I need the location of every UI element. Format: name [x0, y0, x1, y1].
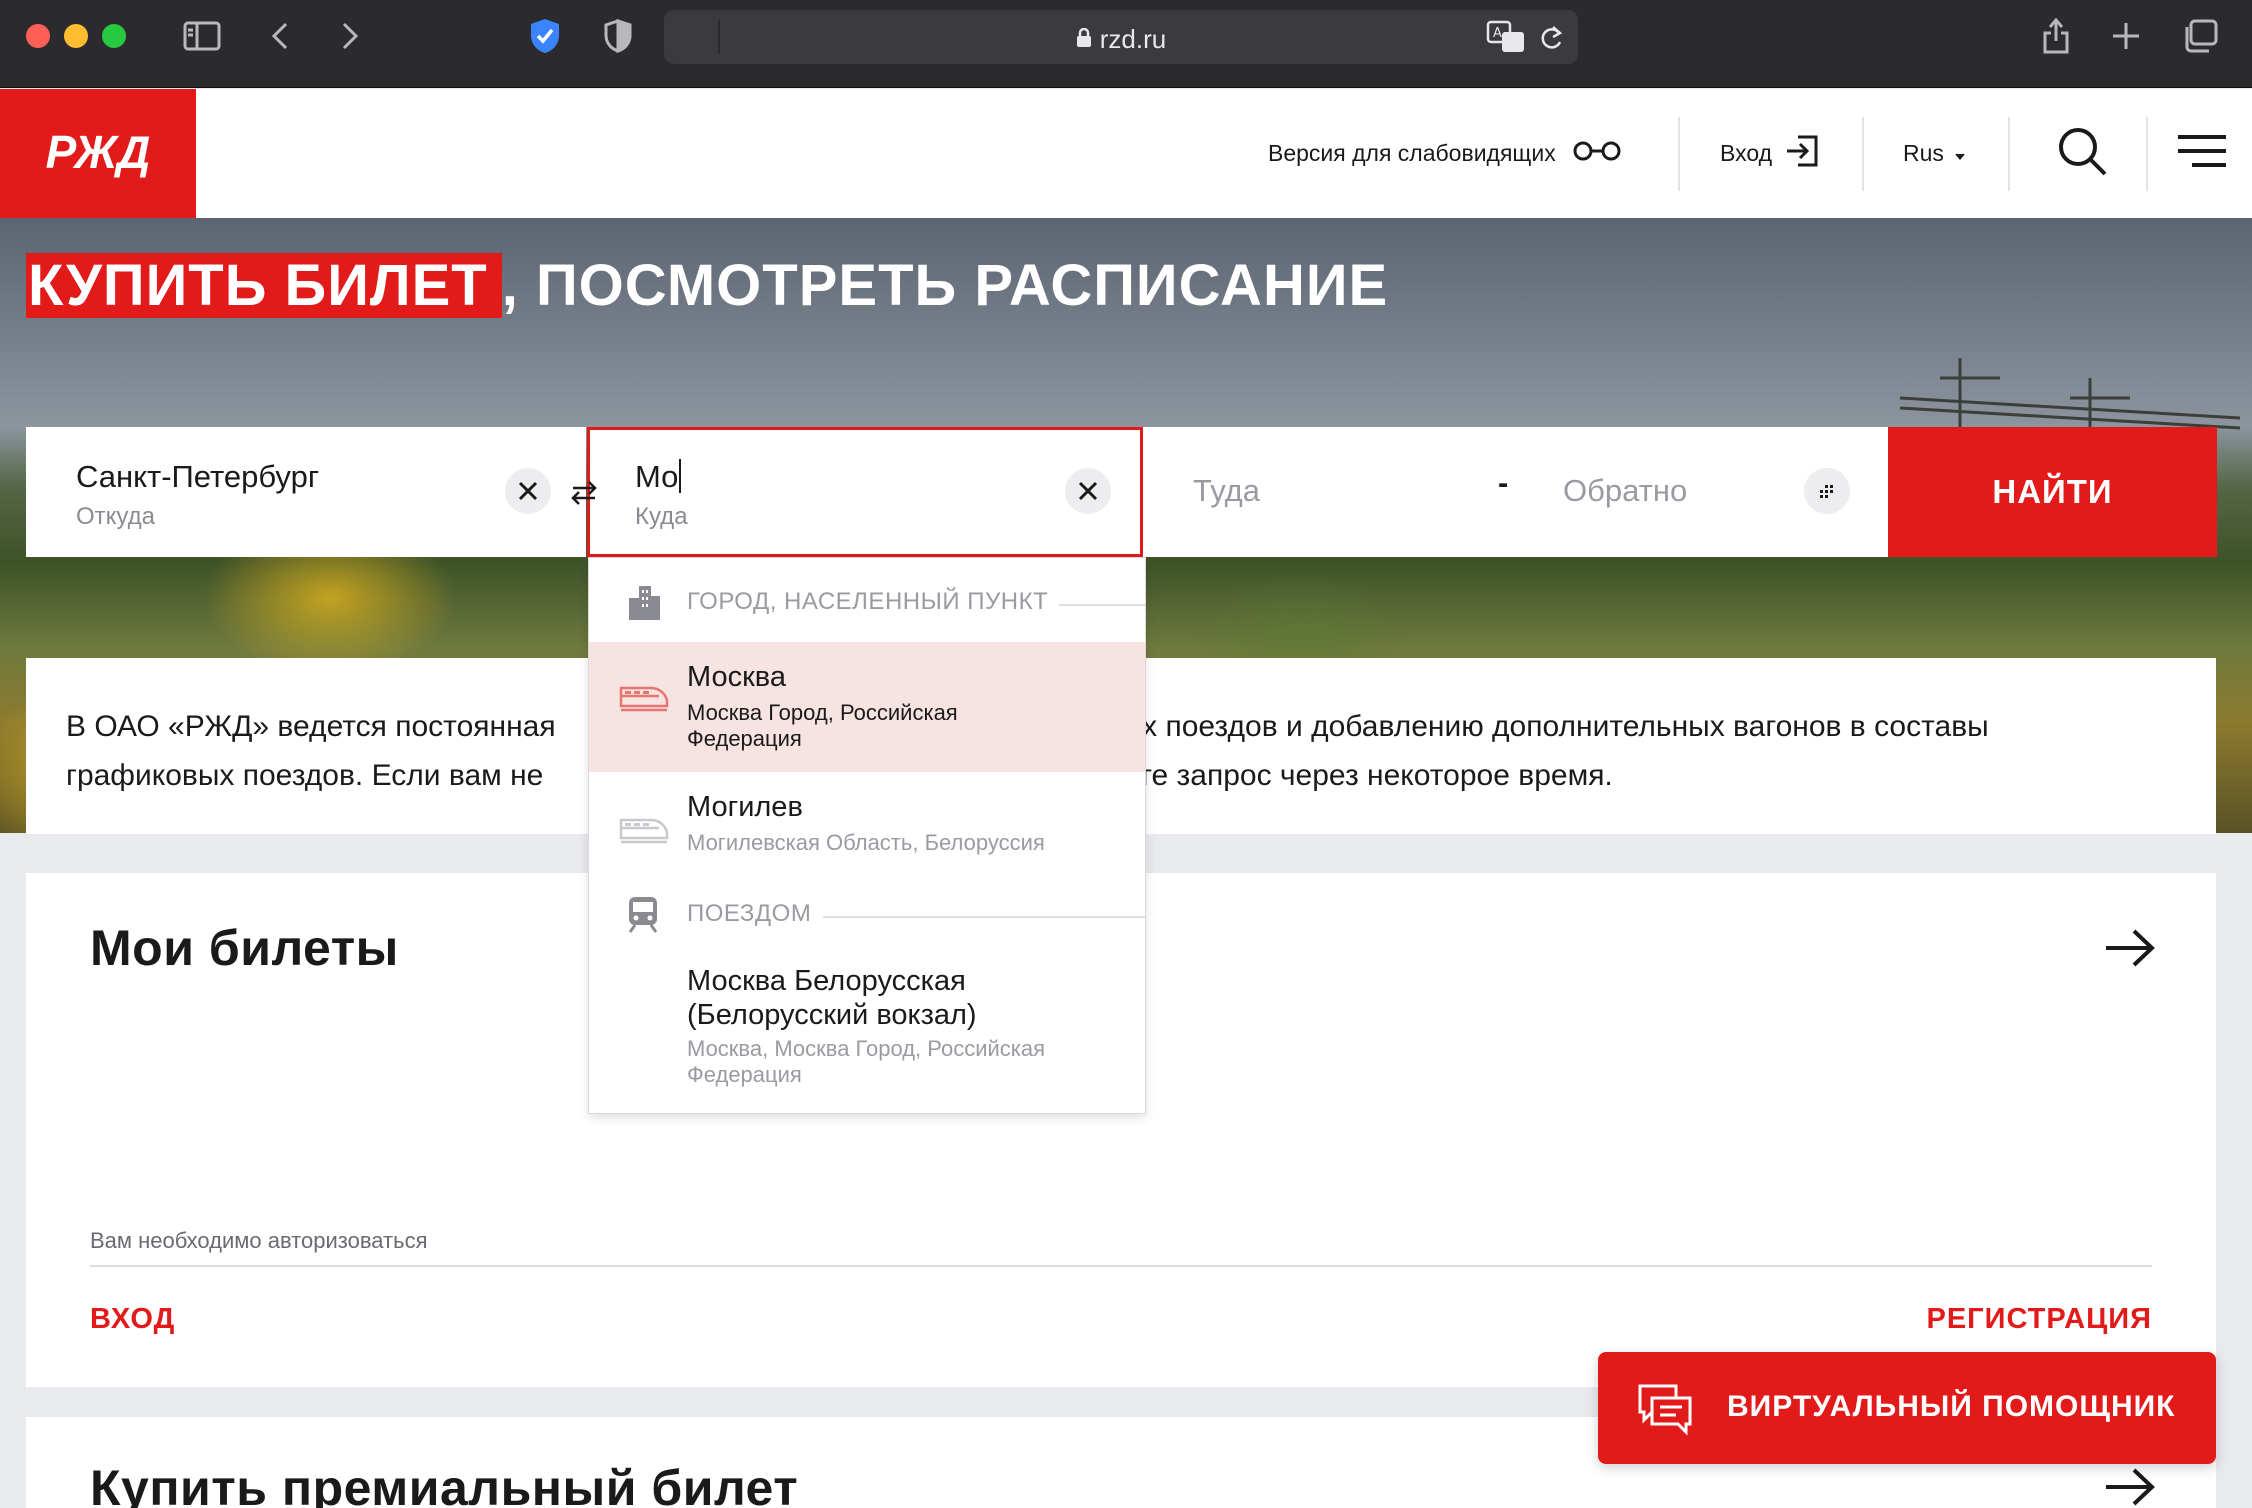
- suggestion-title: Москва Белорусская (Белорусский вокзал): [687, 965, 977, 1031]
- url-text: rzd.ru: [1099, 24, 1167, 54]
- login-label: Вход: [1720, 140, 1773, 166]
- group-label-city: ГОРОД, НАСЕЛЕННЫЙ ПУНКТ: [687, 588, 1049, 615]
- suggestion-title: Могилев: [687, 791, 803, 823]
- sign-in-icon: [1784, 134, 1820, 174]
- arrow-right-icon[interactable]: [2104, 928, 2156, 973]
- hero-title: КУПИТЬ БИЛЕТ, ПОСМОТРЕТЬ РАСПИСАНИЕ: [26, 252, 1388, 319]
- site-header: РЖД Версия для слабовидящих Вход Rus: [0, 89, 2252, 218]
- suggestion-item[interactable]: Могилев Могилевская Область, Белоруссия: [589, 772, 1145, 872]
- notice-line2-end: йте запрос через некоторое время.: [1121, 759, 1613, 792]
- back-icon[interactable]: [258, 14, 302, 58]
- find-button[interactable]: НАЙТИ: [1888, 427, 2217, 557]
- hamburger-menu-icon: [2178, 133, 2226, 175]
- close-icon: [1078, 481, 1098, 501]
- login-link-red[interactable]: ВХОД: [90, 1303, 175, 1336]
- divider: [90, 1265, 2152, 1267]
- premium-ticket-title: Купить премиальный билет: [90, 1460, 799, 1508]
- depart-date-input[interactable]: Туда: [1193, 473, 1260, 509]
- my-tickets-title: Мои билеты: [90, 920, 399, 976]
- new-tab-icon[interactable]: [2104, 14, 2148, 58]
- privacy-shield-icon[interactable]: [596, 14, 640, 58]
- caret-down-icon: [1954, 140, 1966, 167]
- svg-text:A: A: [1493, 26, 1502, 41]
- svg-text:РЖД: РЖД: [46, 126, 151, 178]
- register-link[interactable]: РЕГИСТРАЦИЯ: [1926, 1303, 2152, 1336]
- arrow-right-icon[interactable]: [2104, 1467, 2156, 1508]
- group-divider: [1059, 604, 1145, 606]
- sidebar-toggle-icon[interactable]: [180, 14, 224, 58]
- virtual-assistant-label: ВИРТУАЛЬНЫЙ ПОМОЩНИК: [1727, 1390, 2176, 1423]
- hero-title-highlight: КУПИТЬ БИЛЕТ: [26, 253, 502, 318]
- login-link[interactable]: Вход: [1720, 89, 1820, 218]
- shield-check-icon[interactable]: [523, 14, 567, 58]
- to-value-wrap[interactable]: Мо: [635, 459, 682, 495]
- group-header-city: ГОРОД, НАСЕЛЕННЫЙ ПУНКТ: [589, 576, 1145, 632]
- return-date-input[interactable]: Обратно: [1563, 473, 1687, 509]
- suggestion-subtitle: Москва Город, Российская Федерация: [687, 700, 958, 751]
- search-icon: [2056, 125, 2108, 183]
- calendar-grid-icon: [1820, 485, 1833, 498]
- reload-icon[interactable]: [1538, 24, 1564, 57]
- glasses-icon: [1570, 140, 1624, 168]
- virtual-assistant-button[interactable]: ВИРТУАЛЬНЫЙ ПОМОЩНИК: [1598, 1352, 2216, 1464]
- from-value: Санкт-Петербург: [76, 459, 320, 494]
- minimize-window-button[interactable]: [64, 24, 88, 48]
- to-value: Мо: [635, 459, 679, 494]
- suggestion-title: Москва: [687, 661, 787, 693]
- chat-bubbles-icon: [1636, 1382, 1694, 1441]
- clear-to-button[interactable]: [1065, 468, 1111, 514]
- language-label: Rus: [1903, 140, 1944, 166]
- from-label: Откуда: [76, 503, 155, 530]
- suggestion-subtitle: Могилевская Область, Белоруссия: [687, 830, 1045, 855]
- hero-title-rest: , ПОСМОТРЕТЬ РАСПИСАНИЕ: [501, 253, 1389, 318]
- suggestion-subtitle: Москва, Москва Город, Российская Федерац…: [687, 1036, 1046, 1087]
- suggestion-item[interactable]: Москва Белорусская (Белорусский вокзал) …: [589, 958, 1145, 1108]
- zoom-window-button[interactable]: [102, 24, 126, 48]
- close-icon: [518, 481, 538, 501]
- lock-icon: [1076, 24, 1092, 55]
- group-divider: [823, 916, 1145, 918]
- header-divider: [1678, 117, 1680, 191]
- share-icon[interactable]: [2034, 14, 2078, 58]
- date-separator: -: [1498, 465, 1509, 500]
- forward-icon[interactable]: [328, 14, 372, 58]
- station-suggestions-dropdown: ГОРОД, НАСЕЛЕННЫЙ ПУНКТ Москва Москва Го…: [588, 557, 1146, 1114]
- to-label: Куда: [635, 503, 688, 530]
- to-field[interactable]: Мо Куда: [587, 427, 1143, 557]
- train-icon: [619, 814, 669, 849]
- dates-field: Туда - Обратно: [1143, 427, 1888, 557]
- browser-toolbar: rzd.ru A: [0, 0, 2252, 88]
- language-selector[interactable]: Rus: [1903, 89, 1966, 218]
- close-window-button[interactable]: [26, 24, 50, 48]
- train-front-icon: [625, 894, 661, 939]
- swap-arrows-icon: [571, 481, 597, 505]
- text-cursor: [679, 459, 682, 493]
- group-header-train: ПОЕЗДОМ: [589, 888, 1145, 944]
- notice-line1-end: ых поездов и добавлению дополнительных в…: [1120, 710, 1989, 743]
- calendar-button[interactable]: [1804, 468, 1850, 514]
- accessibility-label: Версия для слабовидящих: [1268, 140, 1556, 166]
- search-button[interactable]: [2056, 89, 2108, 218]
- from-field[interactable]: Санкт-Петербург Откуда: [26, 427, 586, 557]
- suggestion-item[interactable]: Москва Москва Город, Российская Федераци…: [589, 642, 1145, 772]
- swap-stations-button[interactable]: [566, 475, 602, 511]
- menu-button[interactable]: [2178, 89, 2226, 218]
- address-bar[interactable]: rzd.ru A: [664, 10, 1578, 64]
- rzd-logo[interactable]: РЖД: [0, 89, 196, 218]
- translate-icon[interactable]: A: [1486, 20, 1526, 59]
- group-label-train: ПОЕЗДОМ: [687, 900, 812, 927]
- auth-required-hint: Вам необходимо авторизоваться: [90, 1228, 428, 1253]
- clear-from-button[interactable]: [505, 468, 551, 514]
- notice-line1-start: В ОАО «РЖД» ведется постоянная: [66, 710, 556, 743]
- tab-overview-icon[interactable]: [2178, 14, 2222, 58]
- accessibility-version-link[interactable]: Версия для слабовидящих: [1268, 89, 1624, 218]
- address-url: rzd.ru: [664, 24, 1578, 55]
- header-divider: [2146, 117, 2148, 191]
- header-divider: [1862, 117, 1864, 191]
- city-buildings-icon: [625, 582, 663, 627]
- train-icon: [619, 682, 669, 717]
- notice-line2-start: графиковых поездов. Если вам не: [66, 759, 544, 792]
- header-divider: [2008, 117, 2010, 191]
